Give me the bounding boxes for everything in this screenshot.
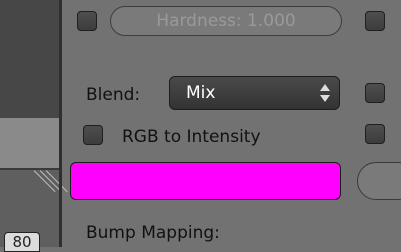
color-swatch[interactable] [70, 162, 341, 200]
right-checkbox-1[interactable] [365, 11, 385, 31]
blend-select[interactable]: Mix [169, 76, 340, 110]
left-editor-upper [0, 0, 60, 118]
hardness-checkbox[interactable] [77, 11, 97, 31]
left-editor-region [0, 118, 60, 170]
rgb-to-intensity-checkbox[interactable] [83, 125, 103, 145]
right-checkbox-2[interactable] [365, 83, 385, 103]
resize-grip-icon[interactable] [30, 170, 68, 194]
right-field[interactable] [357, 162, 401, 200]
hardness-field[interactable]: Hardness: 1.000 [110, 6, 342, 36]
up-down-arrows-icon [320, 84, 330, 104]
rgb-to-intensity-label: RGB to Intensity [122, 127, 261, 147]
blend-value: Mix [186, 83, 216, 103]
panel-divider[interactable] [59, 0, 62, 247]
bump-mapping-label: Bump Mapping: [86, 223, 220, 243]
blend-label: Blend: [86, 85, 141, 105]
right-checkbox-3[interactable] [365, 124, 385, 144]
ruler-number: 80 [4, 232, 40, 252]
